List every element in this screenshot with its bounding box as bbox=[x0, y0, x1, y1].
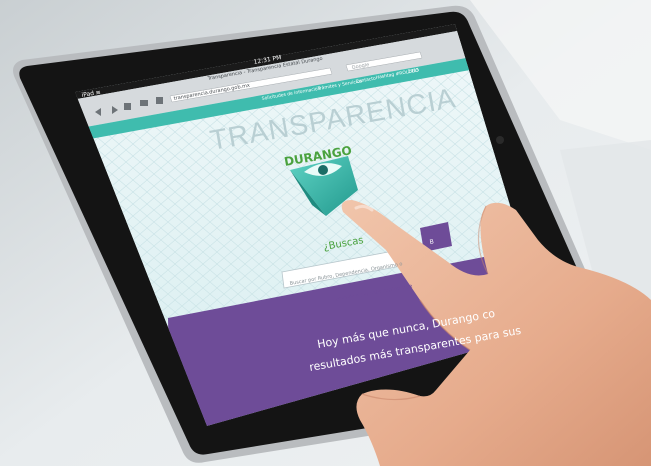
tablet-photo: iPad ≋ 12:31 PM Transparencia - Transpar… bbox=[0, 0, 651, 466]
share-icon[interactable] bbox=[156, 97, 163, 104]
bookmarks-icon[interactable] bbox=[140, 100, 148, 106]
tabs-icon[interactable] bbox=[124, 103, 131, 110]
front-camera bbox=[496, 136, 504, 144]
